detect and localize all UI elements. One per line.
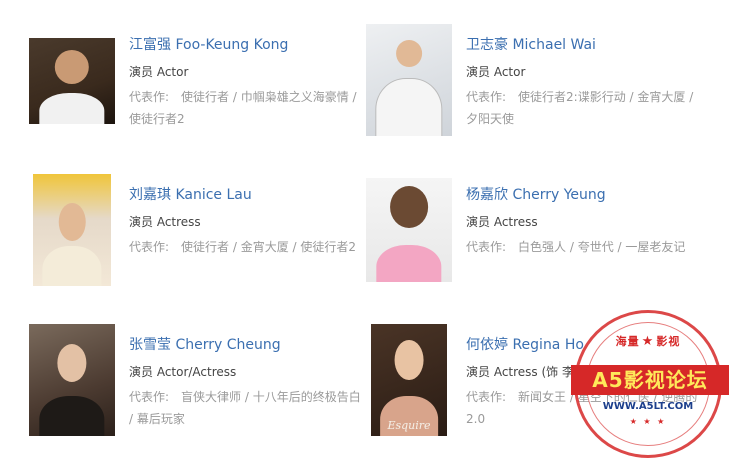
face-shape bbox=[390, 186, 428, 228]
cast-card: 江富强 Foo-Keung Kong 演员 Actor 代表作: 使徒行者 / 巾… bbox=[29, 30, 369, 150]
cast-works: 代表作: 白色强人 / 夸世代 / 一屋老友记 bbox=[466, 236, 704, 258]
magazine-caption: Esquire bbox=[387, 419, 431, 432]
body-shape bbox=[42, 245, 102, 286]
works-label: 代表作: bbox=[129, 390, 170, 404]
watermark-stamp: 海量 ★ 影视 A5影视论坛 WWW.A5LT.COM ★ ★ ★ bbox=[571, 310, 729, 458]
stamp-top-text: 海量 ★ 影视 bbox=[577, 333, 719, 349]
works-label: 代表作: bbox=[466, 90, 507, 104]
cast-role: 演员 Actress bbox=[466, 215, 538, 229]
works-text: 使徒行者 / 金宵大厦 / 使徒行者2 bbox=[181, 240, 357, 254]
body-shape bbox=[375, 78, 443, 136]
works-label: 代表作: bbox=[466, 390, 507, 404]
works-label: 代表作: bbox=[466, 240, 507, 254]
cast-card: 张雪莹 Cherry Cheung 演员 Actor/Actress 代表作: 盲… bbox=[29, 324, 369, 444]
cast-name-link[interactable]: 刘嘉琪 Kanice Lau bbox=[129, 184, 252, 204]
cast-card: 卫志豪 Michael Wai 演员 Actor 代表作: 使徒行者2:谍影行动 … bbox=[366, 24, 706, 144]
body-shape bbox=[39, 93, 105, 124]
stamp-stars: ★ ★ ★ bbox=[629, 417, 667, 426]
works-text: 白色强人 / 夸世代 / 一屋老友记 bbox=[518, 240, 686, 254]
cast-works: 代表作: 盲侠大律师 / 十八年后的终极告白 / 幕后玩家 bbox=[129, 386, 367, 430]
cast-name-link[interactable]: 卫志豪 Michael Wai bbox=[466, 34, 596, 54]
works-label: 代表作: bbox=[129, 240, 170, 254]
cast-role: 演员 Actor/Actress bbox=[129, 365, 237, 379]
stamp-top-left: 海量 bbox=[615, 335, 640, 348]
star-icon: ★ bbox=[641, 334, 655, 349]
cast-role: 演员 Actress bbox=[129, 215, 201, 229]
face-shape bbox=[54, 50, 90, 85]
body-shape bbox=[376, 244, 442, 282]
stamp-url: WWW.A5LT.COM bbox=[602, 401, 694, 412]
body-shape bbox=[39, 395, 105, 436]
cast-photo[interactable] bbox=[29, 38, 115, 124]
cast-photo[interactable] bbox=[366, 178, 452, 282]
cast-photo[interactable] bbox=[366, 24, 452, 136]
cast-name-link[interactable]: 杨嘉欣 Cherry Yeung bbox=[466, 184, 606, 204]
stamp-banner: A5影视论坛 bbox=[571, 365, 729, 395]
face-shape bbox=[58, 203, 86, 242]
cast-name-link[interactable]: 何依婷 Regina Ho bbox=[466, 334, 584, 354]
cast-photo[interactable] bbox=[33, 174, 111, 286]
cast-works: 代表作: 使徒行者 / 巾帼枭雄之义海豪情 / 使徒行者2 bbox=[129, 86, 367, 130]
cast-card: 杨嘉欣 Cherry Yeung 演员 Actress 代表作: 白色强人 / 夸… bbox=[366, 174, 706, 294]
cast-role: 演员 Actor bbox=[466, 65, 526, 79]
works-label: 代表作: bbox=[129, 90, 170, 104]
cast-works: 代表作: 使徒行者 / 金宵大厦 / 使徒行者2 bbox=[129, 236, 367, 258]
face-shape bbox=[396, 39, 422, 67]
face-shape bbox=[57, 344, 87, 383]
cast-works: 代表作: 使徒行者2:谍影行动 / 金宵大厦 / 夕阳天使 bbox=[466, 86, 704, 130]
cast-role: 演员 Actor bbox=[129, 65, 189, 79]
cast-photo[interactable]: Esquire bbox=[371, 324, 447, 436]
cast-photo[interactable] bbox=[29, 324, 115, 436]
stamp-top-right: 影视 bbox=[656, 335, 681, 348]
cast-name-link[interactable]: 江富强 Foo-Keung Kong bbox=[129, 34, 288, 54]
face-shape bbox=[394, 339, 424, 380]
cast-card: 刘嘉琪 Kanice Lau 演员 Actress 代表作: 使徒行者 / 金宵大… bbox=[29, 174, 369, 294]
cast-name-link[interactable]: 张雪莹 Cherry Cheung bbox=[129, 334, 281, 354]
